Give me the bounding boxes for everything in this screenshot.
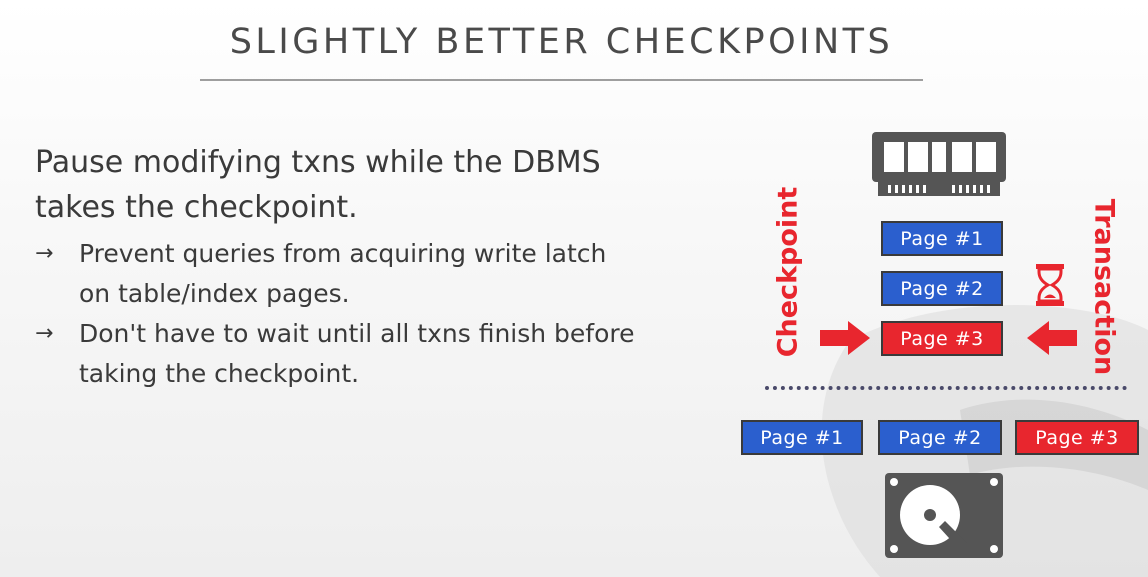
bullet-text: Prevent queries from acquiring write lat… <box>79 239 607 308</box>
right-arrow-icon <box>820 321 870 355</box>
bullet-item: → Prevent queries from acquiring write l… <box>35 234 635 314</box>
bullet-item: → Don't have to wait until all txns fini… <box>35 314 635 394</box>
bullet-text: Don't have to wait until all txns finish… <box>79 319 635 388</box>
bullet-list: → Prevent queries from acquiring write l… <box>35 234 635 394</box>
memory-page-3: Page #3 <box>881 321 1003 356</box>
left-arrow-icon <box>1027 321 1077 355</box>
right-arrow-glyph-icon: → <box>35 241 54 266</box>
ram-chip-icon <box>872 132 1006 196</box>
lead-text: Pause modifying txns while the DBMS take… <box>35 145 601 225</box>
title-underline <box>200 79 923 81</box>
disk-page-3: Page #3 <box>1015 420 1139 455</box>
hourglass-icon <box>1036 264 1064 306</box>
slide-title: SLIGHTLY BETTER CHECKPOINTS <box>229 22 894 62</box>
checkpoint-label: Checkpoint <box>772 186 804 358</box>
disk-page-1: Page #1 <box>741 420 863 455</box>
memory-page-1: Page #1 <box>881 221 1003 256</box>
right-arrow-glyph-icon: → <box>35 321 54 346</box>
transaction-label: Transaction <box>1088 198 1120 376</box>
hard-disk-icon <box>885 473 1003 558</box>
memory-disk-divider <box>765 386 1127 390</box>
memory-page-2: Page #2 <box>881 271 1003 306</box>
slide-body: Pause modifying txns while the DBMS take… <box>35 140 635 394</box>
disk-page-2: Page #2 <box>878 420 1002 455</box>
